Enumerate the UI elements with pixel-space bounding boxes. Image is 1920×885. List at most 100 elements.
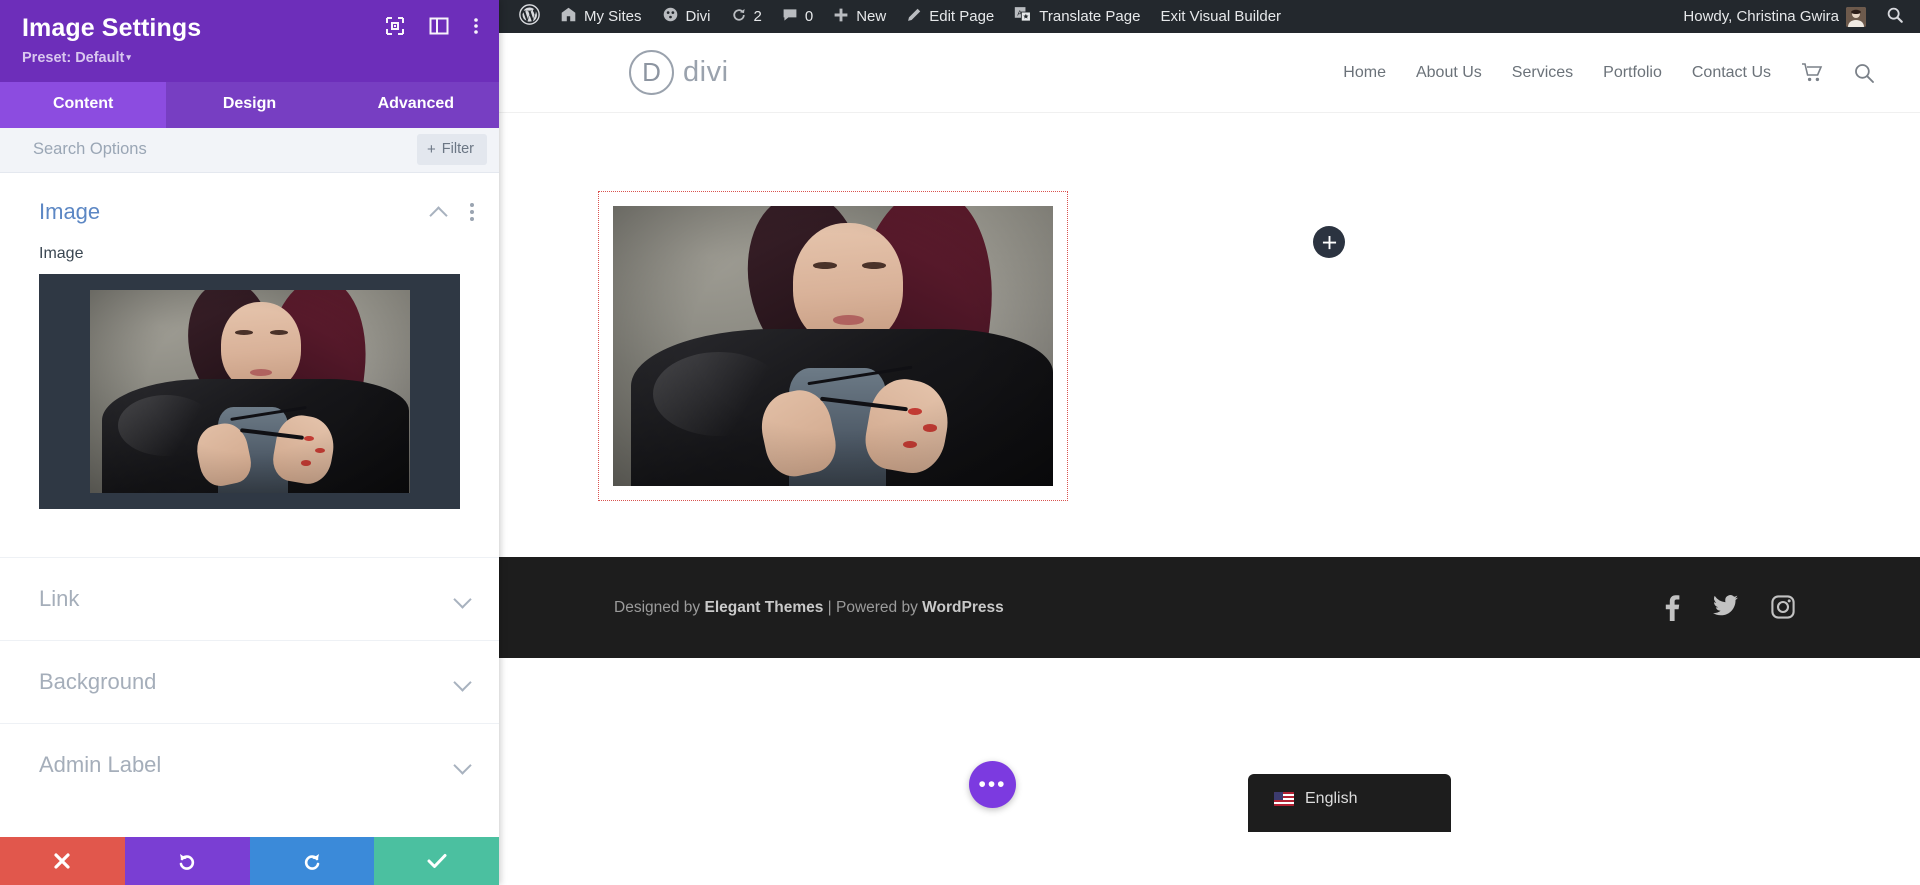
admin-bar-new[interactable]: New (823, 0, 896, 33)
footer-brand-wordpress[interactable]: WordPress (922, 599, 1004, 616)
section-admin-label[interactable]: Admin Label (0, 723, 499, 806)
nav-item-portfolio[interactable]: Portfolio (1603, 64, 1662, 82)
admin-bar-updates-count: 2 (754, 8, 762, 25)
screen-root: Image Settings Preset: Default▾ (0, 0, 1920, 885)
plus-icon (833, 7, 849, 27)
filter-button[interactable]: + Filter (417, 134, 487, 165)
cart-icon[interactable] (1801, 63, 1823, 83)
site-nav: Home About Us Services Portfolio Contact… (1343, 62, 1875, 84)
chevron-down-icon[interactable] (452, 671, 474, 693)
facebook-icon[interactable] (1664, 595, 1680, 621)
sites-icon (560, 6, 577, 27)
admin-bar-account[interactable]: Howdy, Christina Gwira (1673, 0, 1876, 33)
account-greeting: Howdy, Christina Gwira (1683, 8, 1839, 25)
tab-design[interactable]: Design (166, 82, 332, 128)
section-image: Image Image (0, 173, 499, 519)
page-preview-area: My Sites Divi 2 0 (499, 0, 1920, 885)
admin-bar-exit-visual-builder-label: Exit Visual Builder (1160, 8, 1281, 25)
section-image-title: Image (39, 199, 428, 225)
chevron-down-icon[interactable] (452, 754, 474, 776)
chevron-down-icon: ▾ (126, 52, 131, 62)
portrait-artwork (613, 206, 1053, 486)
chevron-up-icon[interactable] (428, 201, 450, 223)
footer-credit-middle: | Powered by (823, 599, 922, 616)
admin-bar-translate-page[interactable]: A Translate Page (1004, 0, 1150, 33)
footer-brand-elegant-themes[interactable]: Elegant Themes (704, 599, 823, 616)
undo-button[interactable] (125, 837, 250, 885)
comments-icon (782, 7, 798, 27)
section-background[interactable]: Background (0, 640, 499, 723)
admin-bar-my-sites-label: My Sites (584, 8, 642, 25)
image-module[interactable] (598, 191, 1068, 501)
module-image (613, 206, 1053, 486)
portrait-artwork (90, 290, 410, 493)
image-field-label: Image (0, 245, 499, 263)
admin-bar-wordpress-logo[interactable] (509, 0, 550, 33)
admin-bar-search-button[interactable] (1876, 0, 1920, 33)
site-header: D divi Home About Us Services Portfolio … (499, 33, 1920, 113)
section-image-header[interactable]: Image (0, 173, 499, 245)
language-switcher[interactable]: English (1248, 774, 1451, 832)
footer-credit: Designed by Elegant Themes | Powered by … (614, 599, 1004, 617)
instagram-icon[interactable] (1771, 595, 1795, 621)
tab-advanced[interactable]: Advanced (333, 82, 499, 128)
section-link[interactable]: Link (0, 557, 499, 640)
panel-header-icons (385, 16, 479, 36)
divi-dashboard-icon (662, 6, 679, 27)
admin-bar-updates[interactable]: 2 (721, 0, 772, 33)
section-admin-label-title: Admin Label (39, 752, 452, 778)
admin-bar-edit-page-label: Edit Page (929, 8, 994, 25)
language-switcher-label: English (1305, 790, 1357, 808)
divi-logo-mark: D (629, 50, 674, 95)
save-button[interactable] (374, 837, 499, 885)
page-lower-area: ••• English (499, 658, 1920, 883)
updates-icon (731, 7, 747, 27)
nav-item-contact-us[interactable]: Contact Us (1692, 64, 1771, 82)
expand-view-icon[interactable] (385, 16, 405, 36)
section-background-title: Background (39, 669, 452, 695)
admin-bar-my-sites[interactable]: My Sites (550, 0, 652, 33)
nav-item-about-us[interactable]: About Us (1416, 64, 1482, 82)
search-icon (1886, 6, 1904, 28)
add-module-button[interactable] (1313, 226, 1345, 258)
tab-content[interactable]: Content (0, 82, 166, 128)
filter-button-label: Filter (442, 141, 474, 157)
chevron-down-icon[interactable] (452, 588, 474, 610)
image-upload-preview[interactable] (39, 274, 460, 509)
visual-builder-fab[interactable]: ••• (969, 761, 1016, 808)
footer-credit-prefix: Designed by (614, 599, 704, 616)
preset-selector[interactable]: Preset: Default▾ (22, 50, 477, 66)
section-link-title: Link (39, 586, 452, 612)
settings-panel-header: Image Settings Preset: Default▾ (0, 0, 499, 82)
more-options-icon[interactable] (473, 16, 479, 36)
builder-canvas[interactable] (499, 113, 1920, 557)
settings-panel-body[interactable]: Image Image (0, 173, 499, 837)
search-input[interactable] (33, 140, 417, 159)
cancel-button[interactable] (0, 837, 125, 885)
wordpress-admin-bar: My Sites Divi 2 0 (499, 0, 1920, 33)
admin-bar-new-label: New (856, 8, 886, 25)
search-row: + Filter (0, 128, 499, 173)
divi-logo-word: divi (683, 56, 729, 89)
translate-icon: A (1014, 6, 1032, 27)
settings-tabs: Content Design Advanced (0, 82, 499, 128)
settings-action-bar (0, 837, 499, 885)
admin-bar-comments-count: 0 (805, 8, 813, 25)
site-logo[interactable]: D divi (629, 50, 729, 95)
nav-item-services[interactable]: Services (1512, 64, 1573, 82)
redo-button[interactable] (250, 837, 375, 885)
admin-bar-exit-visual-builder[interactable]: Exit Visual Builder (1150, 0, 1291, 33)
image-settings-panel: Image Settings Preset: Default▾ (0, 0, 499, 885)
preset-label: Preset: Default (22, 50, 124, 66)
search-icon[interactable] (1853, 62, 1875, 84)
twitter-icon[interactable] (1713, 595, 1738, 621)
admin-bar-edit-page[interactable]: Edit Page (896, 0, 1004, 33)
admin-bar-divi[interactable]: Divi (652, 0, 721, 33)
panel-layout-icon[interactable] (429, 16, 449, 36)
plus-icon: + (427, 142, 436, 157)
nav-item-home[interactable]: Home (1343, 64, 1386, 82)
pencil-icon (906, 7, 922, 27)
admin-bar-comments[interactable]: 0 (772, 0, 823, 33)
section-options-icon[interactable] (470, 203, 474, 221)
site-footer: Designed by Elegant Themes | Powered by … (499, 557, 1920, 658)
